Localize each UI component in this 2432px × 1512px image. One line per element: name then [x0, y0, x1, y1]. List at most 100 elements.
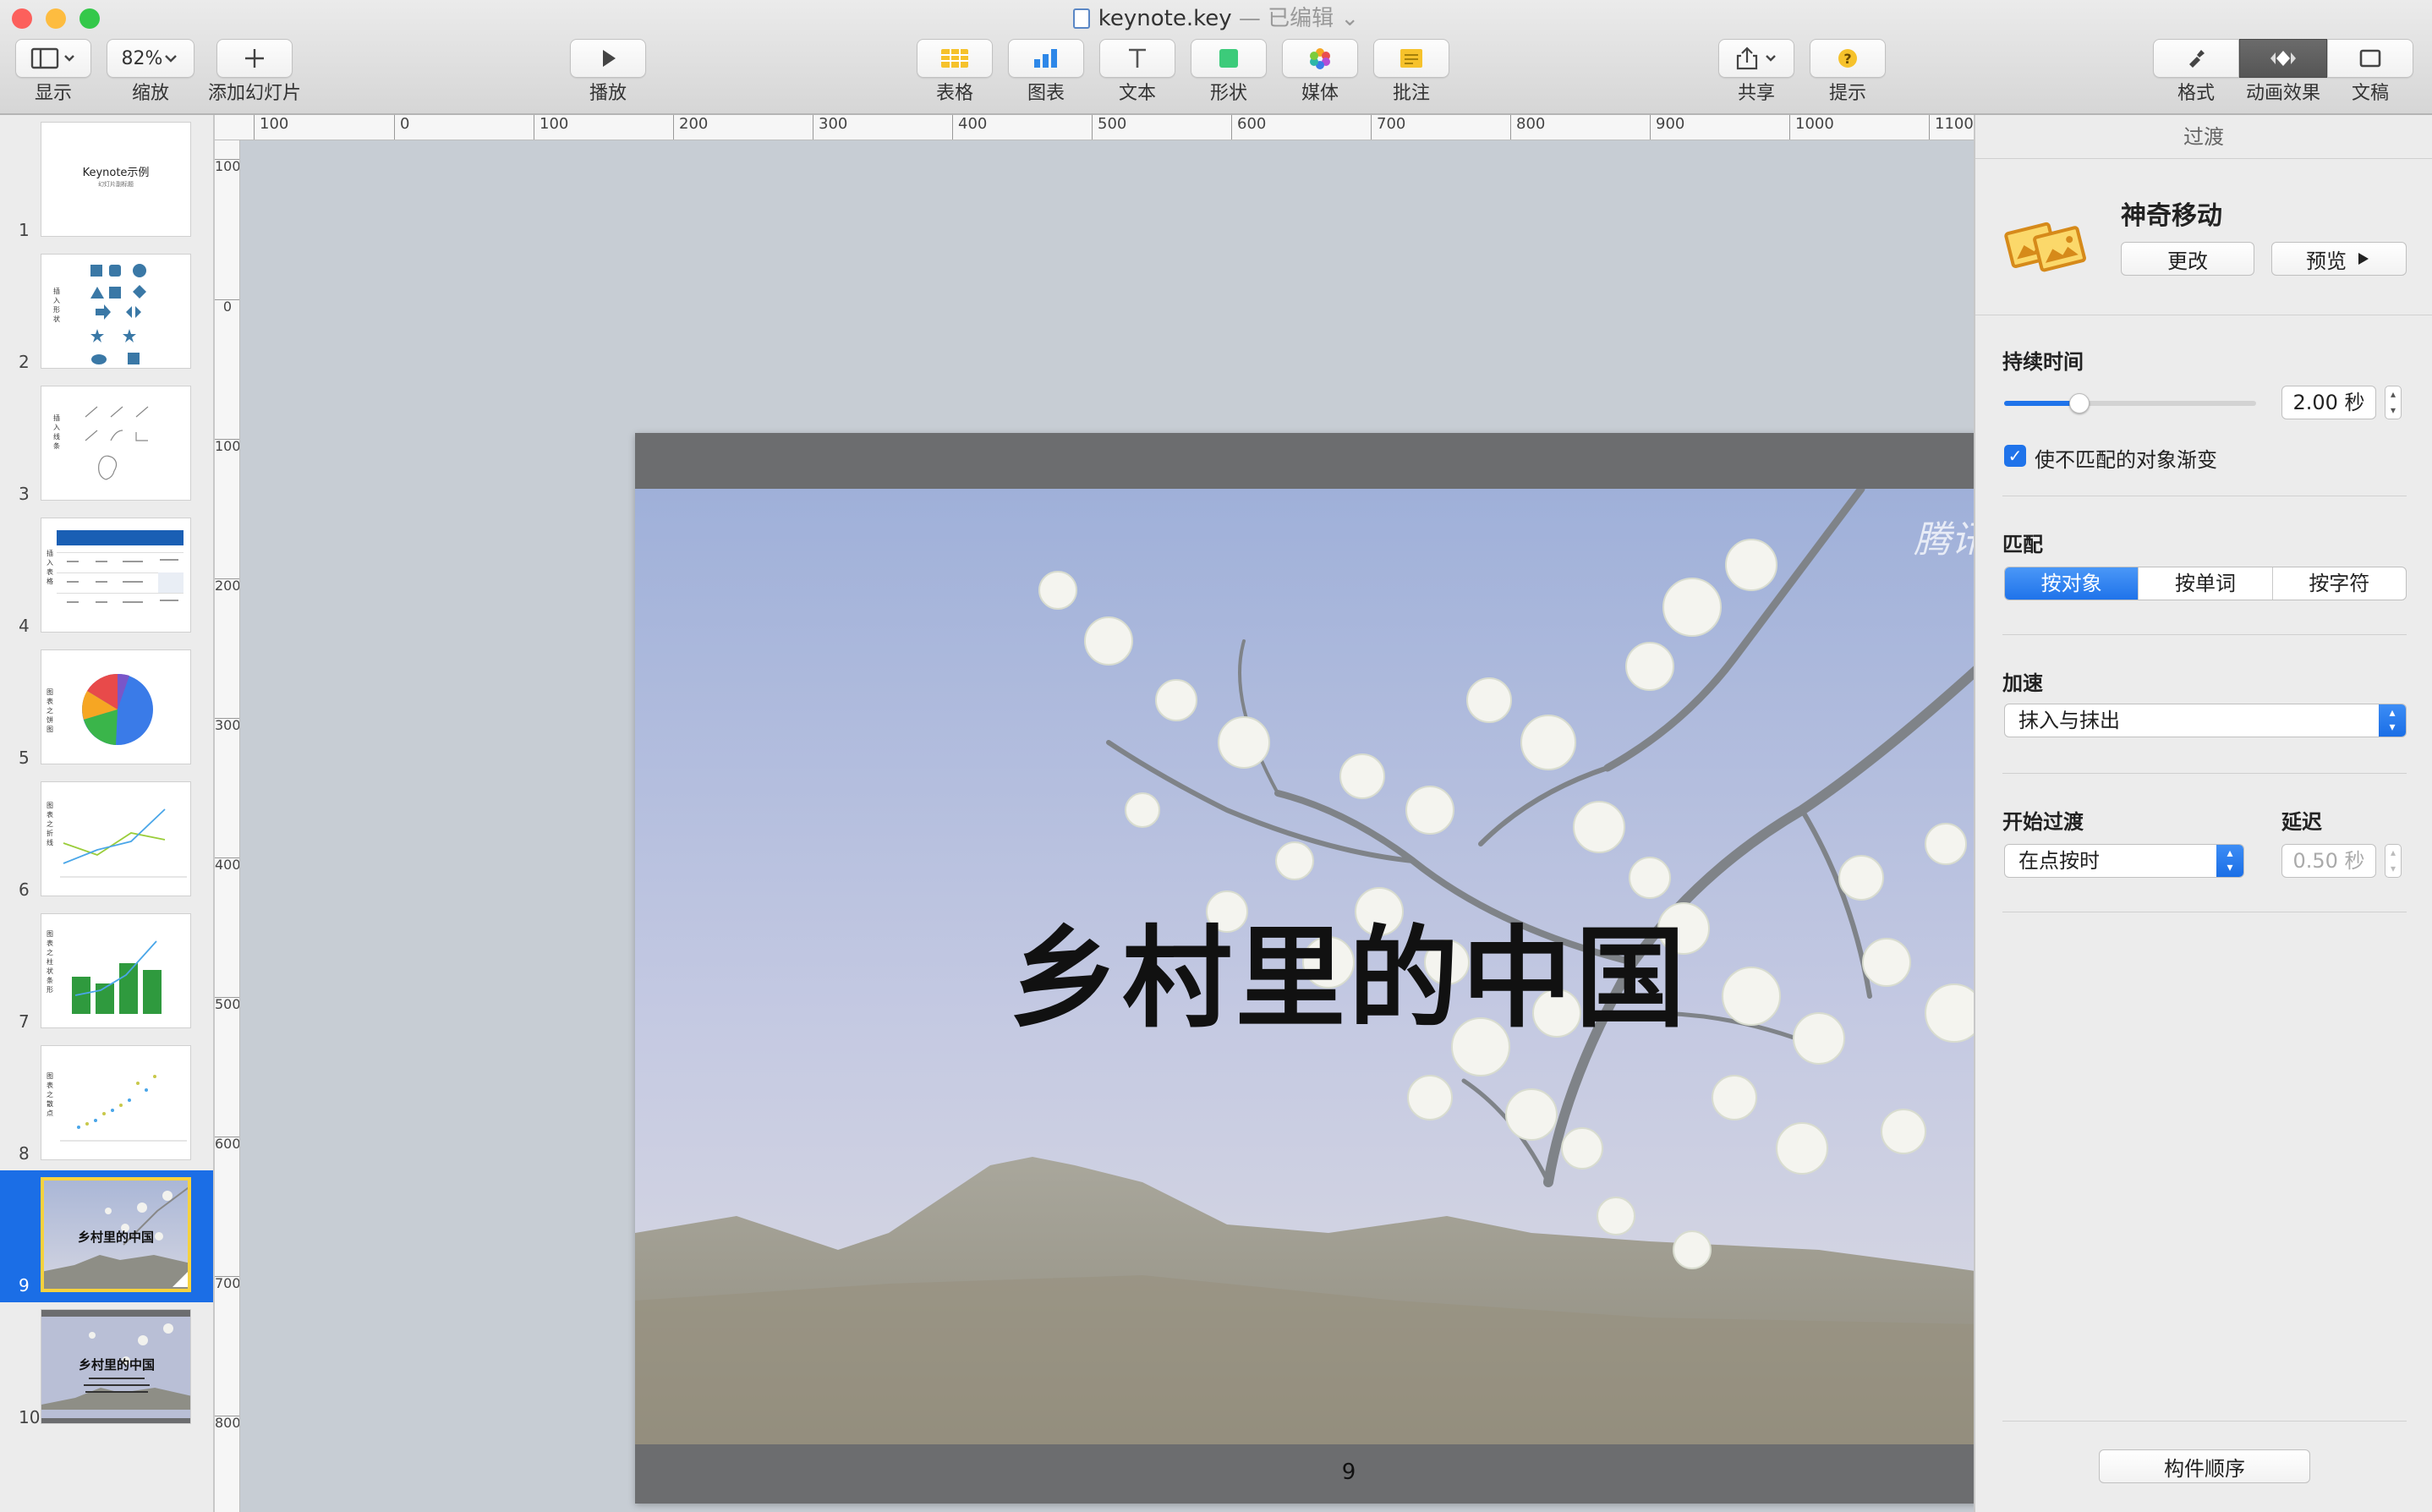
- slide-preview: 插入形状: [41, 254, 191, 369]
- ruler-mark: 900: [1650, 115, 1684, 140]
- change-transition-button[interactable]: 更改: [2121, 242, 2254, 276]
- document-label: 文稿: [2351, 83, 2389, 104]
- add-slide-menu[interactable]: 添加幻灯片: [208, 39, 301, 105]
- divider: [2002, 634, 2407, 635]
- play-label: 播放: [589, 83, 627, 104]
- build-order-button[interactable]: 构件顺序: [2099, 1449, 2310, 1483]
- vertical-ruler[interactable]: 100 0 100 200 300 400 500 600 700 800: [215, 140, 240, 1512]
- lines-thumbnail-icon: [85, 406, 149, 480]
- share-menu[interactable]: 共享: [1718, 39, 1794, 105]
- slide-thumbnail-9[interactable]: 乡村里的中国 9: [0, 1170, 213, 1302]
- chart-label: 图表: [1027, 83, 1065, 104]
- share-icon: [1736, 47, 1776, 70]
- slide-thumbnail-8[interactable]: 图表之散点 8: [0, 1038, 213, 1170]
- play-icon: [2358, 253, 2369, 265]
- shape-button[interactable]: [1191, 39, 1267, 78]
- current-slide[interactable]: 腾讯视频 乡村里的中国 9: [635, 433, 2062, 1504]
- text-button[interactable]: [1099, 39, 1175, 78]
- ruler-mark: 300: [813, 115, 847, 140]
- slide-thumbnail-5[interactable]: 图表之饼图 5: [0, 643, 213, 775]
- start-transition-value: 在点按时: [2018, 849, 2100, 873]
- slide-preview: 插入表格: [41, 518, 191, 633]
- slide-thumbnail-4[interactable]: 插入表格 4: [0, 511, 213, 643]
- ruler-mark: 600: [215, 1136, 240, 1152]
- view-menu[interactable]: 显示: [15, 39, 91, 105]
- duration-stepper[interactable]: ▴ ▾: [2385, 386, 2402, 419]
- ruler-mark: 800: [215, 1415, 240, 1431]
- line-chart-thumbnail-icon: [60, 808, 187, 878]
- add-slide-button[interactable]: [216, 39, 293, 78]
- comment-button[interactable]: [1373, 39, 1449, 78]
- media-menu[interactable]: 媒体: [1282, 39, 1358, 105]
- change-transition-label: 更改: [2167, 249, 2208, 273]
- acceleration-select[interactable]: 抹入与抹出 ▴ ▾: [2004, 704, 2407, 737]
- zoom-button[interactable]: 82%: [107, 39, 194, 78]
- ruler-mark: 0: [394, 115, 409, 140]
- ruler-mark: 0: [215, 299, 239, 314]
- chart-menu[interactable]: 图表: [1008, 39, 1084, 105]
- popup-arrows-icon: ▴ ▾: [2379, 704, 2406, 737]
- slide-thumbnail-3[interactable]: 插入线条 3: [0, 379, 213, 511]
- comment-menu[interactable]: 批注: [1373, 39, 1449, 105]
- shape-menu[interactable]: 形状: [1191, 39, 1267, 105]
- slide-number: 2: [19, 352, 30, 372]
- chart-button[interactable]: [1008, 39, 1084, 78]
- chart-icon: [1034, 49, 1057, 68]
- duration-slider[interactable]: [2004, 393, 2256, 414]
- keynote-document-icon: [1072, 8, 1090, 29]
- inspector-switcher-buttons: [2153, 39, 2415, 78]
- slide-number: 9: [19, 1275, 30, 1296]
- slide-thumbnail-2[interactable]: 插入形状 2: [0, 247, 213, 379]
- slide-thumbnail-1[interactable]: Keynote示例 幻灯片副标题 1: [0, 115, 213, 247]
- table-icon: [941, 49, 968, 68]
- window-title-status[interactable]: — 已编辑 ⌄: [1239, 6, 1359, 31]
- transition-name: 神奇移动: [2121, 201, 2222, 231]
- fade-checkbox[interactable]: ✓: [2004, 445, 2026, 467]
- thumb-title: Keynote示例: [82, 167, 150, 179]
- slide-number: 5: [19, 748, 30, 768]
- format-button[interactable]: [2153, 39, 2239, 78]
- slide-preview: 图表之散点: [41, 1045, 191, 1160]
- ruler-mark: 100: [215, 158, 240, 174]
- tips-menu[interactable]: ? 提示: [1810, 39, 1886, 105]
- inspector-tab-transition[interactable]: 过渡: [1975, 115, 2432, 159]
- preview-label: 预览: [2306, 249, 2347, 273]
- duration-field[interactable]: 2.00 秒: [2281, 386, 2376, 419]
- share-button[interactable]: [1718, 39, 1794, 78]
- horizontal-ruler[interactable]: 100 0 100 200 300 400 500 600 700 800 90…: [215, 115, 1974, 140]
- slide-thumbnail-7[interactable]: 图表之柱状条形 7: [0, 907, 213, 1038]
- ruler-mark: 400: [215, 857, 240, 873]
- table-button[interactable]: [917, 39, 993, 78]
- play-menu[interactable]: 播放: [570, 39, 646, 105]
- duration-slider-knob[interactable]: [2069, 393, 2090, 414]
- delay-stepper: ▴ ▾: [2385, 844, 2402, 878]
- media-button[interactable]: [1282, 39, 1358, 78]
- text-menu[interactable]: 文本: [1099, 39, 1175, 105]
- ruler-mark: 600: [1231, 115, 1266, 140]
- zoom-menu[interactable]: 82% 缩放: [107, 39, 194, 105]
- slide-thumbnail-10[interactable]: 乡村里的中国 10: [0, 1302, 213, 1434]
- start-transition-select[interactable]: 在点按时 ▴ ▾: [2004, 844, 2244, 878]
- match-by-word-option[interactable]: 按单词: [2138, 567, 2271, 600]
- play-icon: [603, 50, 616, 67]
- match-by-character-option[interactable]: 按字符: [2271, 567, 2406, 600]
- match-by-object-option[interactable]: 按对象: [2005, 567, 2139, 600]
- table-menu[interactable]: 表格: [917, 39, 993, 105]
- document-button[interactable]: [2327, 39, 2413, 78]
- ruler-mark: 500: [1092, 115, 1126, 140]
- preview-button[interactable]: 预览: [2271, 242, 2407, 276]
- ruler-mark: 500: [215, 996, 240, 1012]
- thumb-title: 乡村里的中国: [77, 1230, 154, 1245]
- tips-button[interactable]: ?: [1810, 39, 1886, 78]
- play-button[interactable]: [570, 39, 646, 78]
- ruler-mark: 200: [673, 115, 708, 140]
- slide-preview: 插入线条: [41, 386, 191, 501]
- slide-thumbnail-6[interactable]: 图表之折线 6: [0, 775, 213, 907]
- slide-title-text[interactable]: 乡村里的中国: [635, 890, 2062, 1049]
- ruler-mark: 1000: [1789, 115, 1834, 140]
- slide-canvas[interactable]: 腾讯视频 乡村里的中国 9: [241, 141, 2062, 1512]
- animate-button[interactable]: [2239, 39, 2327, 78]
- slide-preview: 图表之饼图: [41, 649, 191, 764]
- view-button[interactable]: [15, 39, 91, 78]
- media-label: 媒体: [1301, 83, 1339, 104]
